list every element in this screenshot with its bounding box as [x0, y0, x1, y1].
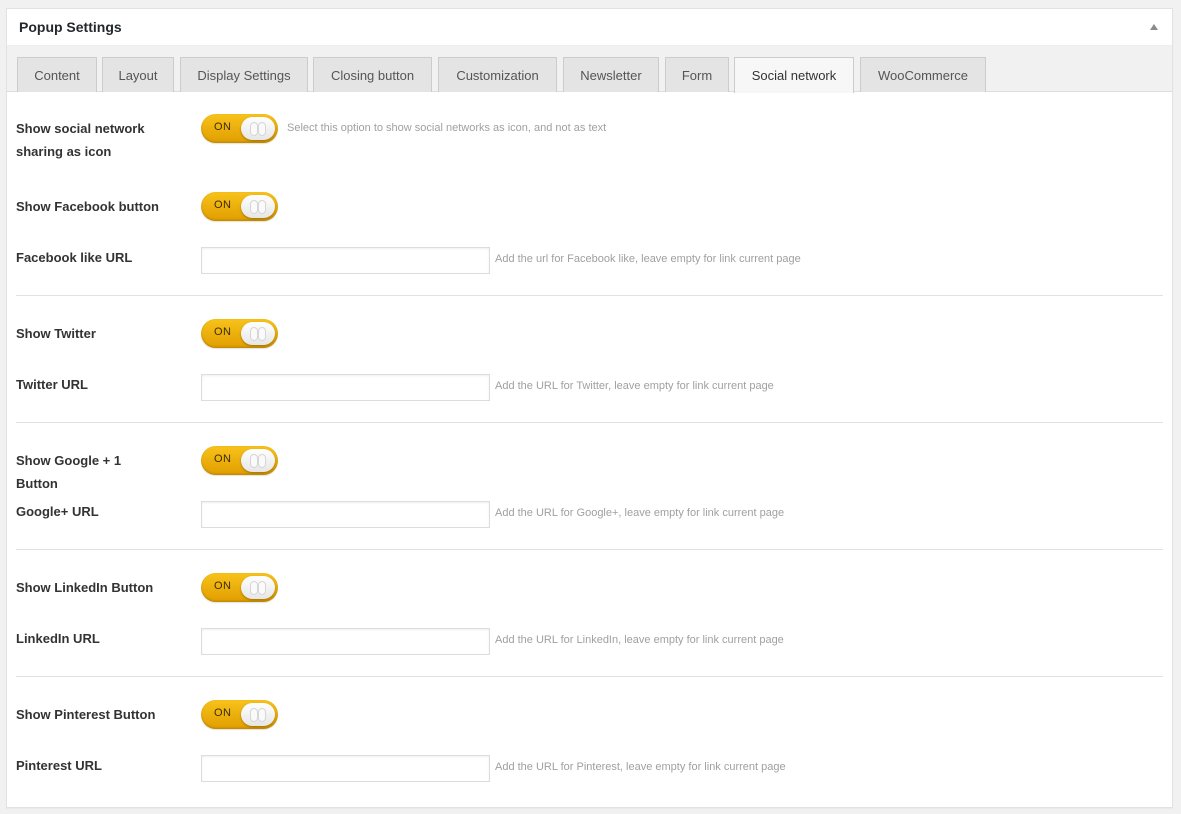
pinterest-button-label: Show Pinterest Button	[16, 707, 156, 722]
twitter-button-label: Show Twitter	[16, 326, 96, 341]
facebook-url-help: Add the url for Facebook like, leave emp…	[495, 253, 801, 265]
tab-display-settings[interactable]: Display Settings	[180, 57, 308, 92]
popup-settings-postbox: Popup Settings Content Layout Display Se…	[6, 8, 1173, 808]
facebook-button-label: Show Facebook button	[16, 199, 159, 214]
linkedin-button-switch[interactable]: ON	[201, 573, 278, 602]
divider	[16, 676, 1163, 677]
switch-knob	[241, 117, 275, 140]
google-url-label: Google+ URL	[16, 504, 99, 519]
tab-newsletter[interactable]: Newsletter	[563, 57, 659, 92]
tab-social-network[interactable]: Social network	[734, 57, 854, 93]
pinterest-button-switch[interactable]: ON	[201, 700, 278, 729]
facebook-url-input[interactable]	[201, 247, 490, 274]
switch-knob	[241, 449, 275, 472]
facebook-button-switch[interactable]: ON	[201, 192, 278, 221]
linkedin-url-help: Add the URL for LinkedIn, leave empty fo…	[495, 634, 784, 646]
divider	[16, 549, 1163, 550]
google-url-help: Add the URL for Google+, leave empty for…	[495, 507, 785, 519]
social-icon-help: Select this option to show social networ…	[287, 122, 607, 134]
twitter-button-switch[interactable]: ON	[201, 319, 278, 348]
postbox-title: Popup Settings	[19, 19, 122, 35]
divider	[16, 422, 1163, 423]
switch-knob	[241, 195, 275, 218]
tab-content[interactable]: Content	[17, 57, 97, 92]
pinterest-url-label: Pinterest URL	[16, 758, 102, 773]
collapse-arrow-icon[interactable]	[1150, 24, 1158, 30]
linkedin-url-input[interactable]	[201, 628, 490, 655]
pinterest-url-input[interactable]	[201, 755, 490, 782]
social-icon-switch[interactable]: ON	[201, 114, 278, 143]
linkedin-url-label: LinkedIn URL	[16, 631, 100, 646]
google-button-label: Show Google + 1 Button	[16, 453, 122, 491]
tab-customization[interactable]: Customization	[438, 57, 557, 92]
switch-knob	[241, 576, 275, 599]
tab-woocommerce[interactable]: WooCommerce	[860, 57, 986, 92]
tab-layout[interactable]: Layout	[102, 57, 174, 92]
linkedin-button-label: Show LinkedIn Button	[16, 580, 154, 595]
twitter-url-help: Add the URL for Twitter, leave empty for…	[495, 380, 774, 392]
twitter-url-label: Twitter URL	[16, 377, 88, 392]
tab-form[interactable]: Form	[665, 57, 729, 92]
switch-knob	[241, 322, 275, 345]
facebook-url-label: Facebook like URL	[16, 250, 133, 265]
social-icon-label: Show social network sharing as icon	[16, 121, 145, 159]
tabs-bar: Content Layout Display Settings Closing …	[7, 46, 1172, 93]
social-network-panel: Show social network sharing as icon ON S…	[7, 92, 1172, 808]
google-url-input[interactable]	[201, 501, 490, 528]
switch-knob	[241, 703, 275, 726]
tab-closing-button[interactable]: Closing button	[313, 57, 432, 92]
pinterest-url-help: Add the URL for Pinterest, leave empty f…	[495, 761, 786, 773]
google-button-switch[interactable]: ON	[201, 446, 278, 475]
divider	[16, 295, 1163, 296]
postbox-header[interactable]: Popup Settings	[7, 9, 1172, 46]
twitter-url-input[interactable]	[201, 374, 490, 401]
